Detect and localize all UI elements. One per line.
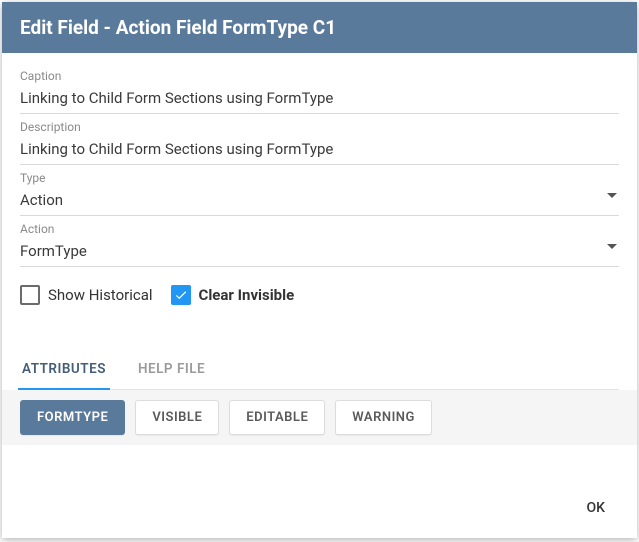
chip-editable[interactable]: EDITABLE <box>229 400 325 435</box>
action-select[interactable] <box>20 238 619 267</box>
description-label: Description <box>20 120 619 134</box>
chip-formtype[interactable]: FORMTYPE <box>20 400 125 435</box>
dialog-body: Caption Description Type Action <box>2 53 637 538</box>
tab-bar: ATTRIBUTES HELP FILE <box>20 351 619 390</box>
type-select[interactable] <box>20 187 619 216</box>
type-label: Type <box>20 171 619 185</box>
action-value[interactable] <box>20 238 619 267</box>
clear-invisible-label: Clear Invisible <box>199 286 295 304</box>
chip-visible[interactable]: VISIBLE <box>135 400 219 435</box>
tab-help-file[interactable]: HELP FILE <box>136 351 207 389</box>
edit-field-dialog: Edit Field - Action Field FormType C1 Ca… <box>2 2 637 538</box>
dialog-footer: OK <box>577 492 616 524</box>
caption-input[interactable] <box>20 85 619 114</box>
field-action: Action <box>20 222 619 267</box>
field-type: Type <box>20 171 619 216</box>
field-caption: Caption <box>20 69 619 114</box>
ok-button[interactable]: OK <box>577 492 616 524</box>
caption-label: Caption <box>20 69 619 83</box>
field-description: Description <box>20 120 619 165</box>
attribute-chip-bar: FORMTYPE VISIBLE EDITABLE WARNING <box>2 390 637 445</box>
chip-warning[interactable]: WARNING <box>335 400 432 435</box>
clear-invisible-checkbox[interactable]: Clear Invisible <box>171 285 295 305</box>
action-label: Action <box>20 222 619 236</box>
show-historical-checkbox[interactable]: Show Historical <box>20 285 153 305</box>
checkbox-row: Show Historical Clear Invisible <box>20 285 619 305</box>
caret-down-icon <box>607 193 617 198</box>
description-input[interactable] <box>20 136 619 165</box>
checkbox-icon <box>20 285 40 305</box>
caret-down-icon <box>607 244 617 249</box>
type-value[interactable] <box>20 187 619 216</box>
show-historical-label: Show Historical <box>48 286 153 304</box>
checkbox-icon <box>171 285 191 305</box>
tab-attributes[interactable]: ATTRIBUTES <box>20 351 108 389</box>
dialog-title: Edit Field - Action Field FormType C1 <box>2 2 637 53</box>
